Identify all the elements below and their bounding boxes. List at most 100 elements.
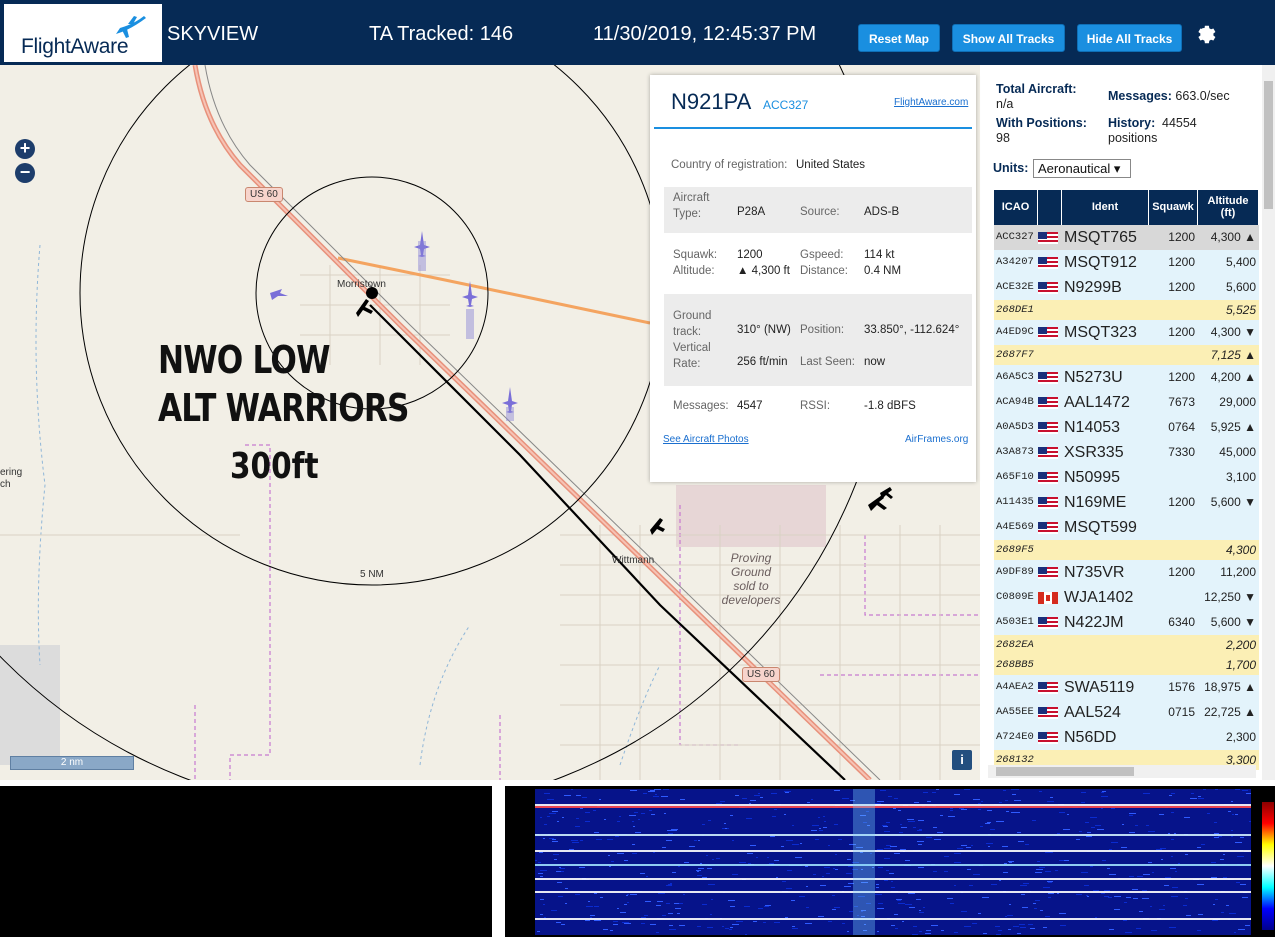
- zoom-out-button[interactable]: −: [15, 163, 35, 183]
- col-icao[interactable]: ICAO: [994, 190, 1038, 225]
- cell-icao: 2682EA: [996, 639, 1034, 651]
- messages-value: 4547: [737, 400, 763, 412]
- cell-altitude: 12,250 ▼: [1204, 590, 1256, 604]
- type-row: Aircraft Type: P28A Source: ADS-B: [664, 187, 972, 233]
- overlay-text-line3: 300ft: [230, 446, 319, 487]
- table-row[interactable]: ACE32E N9299B 1200 5,600: [994, 275, 1259, 300]
- horizontal-scrollbar[interactable]: [988, 765, 1256, 778]
- col-flag[interactable]: [1038, 190, 1062, 225]
- usa-flag-icon: [1038, 472, 1058, 484]
- cell-icao: A4ED9C: [996, 326, 1034, 338]
- vrate-label: Vertical Rate:: [673, 342, 711, 370]
- usa-flag-icon: [1038, 257, 1058, 269]
- overlay-text-line1: NWO LOW: [158, 338, 330, 382]
- cell-icao: A6A5C3: [996, 371, 1034, 383]
- table-row[interactable]: A4E569 MSQT599: [994, 515, 1259, 540]
- col-squawk[interactable]: Squawk: [1149, 190, 1198, 225]
- table-row[interactable]: A3A873 XSR335 7330 45,000: [994, 440, 1259, 465]
- position-value: 33.850°, -112.624°: [864, 324, 960, 336]
- scroll-thumb[interactable]: [996, 767, 1134, 776]
- cell-icao: 268BB5: [996, 659, 1034, 671]
- zoom-in-button[interactable]: +: [15, 139, 35, 159]
- cell-squawk: 7673: [1168, 395, 1195, 409]
- table-row[interactable]: A34207 MSQT912 1200 5,400: [994, 250, 1259, 275]
- cell-altitude: 45,000: [1219, 445, 1256, 459]
- gspeed-value: 114 kt: [864, 249, 895, 261]
- history-value: 44554 positions: [1108, 116, 1197, 145]
- cell-ident: SWA5119: [1064, 679, 1135, 696]
- col-ident[interactable]: Ident: [1062, 190, 1149, 225]
- cell-altitude: 4,300 ▼: [1210, 325, 1256, 339]
- cell-squawk: 7330: [1168, 445, 1195, 459]
- show-all-tracks-button[interactable]: Show All Tracks: [952, 24, 1065, 52]
- aircraft-photos-link[interactable]: See Aircraft Photos: [663, 434, 749, 445]
- cell-ident: N56DD: [1064, 729, 1117, 746]
- cell-altitude: 4,200 ▲: [1210, 370, 1256, 384]
- table-row[interactable]: C0809E WJA1402 12,250 ▼: [994, 585, 1259, 610]
- waterfall-display: [535, 789, 1251, 935]
- usa-flag-icon: [1038, 522, 1058, 534]
- units-select[interactable]: Aeronautical ▾: [1033, 159, 1131, 178]
- table-row[interactable]: A4AEA2 SWA5119 1576 18,975 ▲: [994, 675, 1259, 700]
- distance-label: Distance:: [800, 265, 848, 277]
- usa-flag-icon: [1038, 422, 1058, 434]
- info-button[interactable]: i: [952, 750, 972, 770]
- cell-icao: A11435: [996, 496, 1034, 508]
- source-label: Source:: [800, 206, 840, 218]
- flightaware-logo[interactable]: FlightAware: [4, 4, 162, 62]
- cell-icao: 2689F5: [996, 544, 1034, 556]
- table-row[interactable]: 268DE1 5,525: [994, 300, 1259, 320]
- table-row[interactable]: A4ED9C MSQT323 1200 4,300 ▼: [994, 320, 1259, 345]
- cell-squawk: 1200: [1168, 255, 1195, 269]
- vertical-scrollbar[interactable]: [1262, 65, 1275, 780]
- table-row[interactable]: A6A5C3 N5273U 1200 4,200 ▲: [994, 365, 1259, 390]
- cell-altitude: 5,600 ▼: [1210, 615, 1256, 629]
- table-row[interactable]: A0A5D3 N14053 0764 5,925 ▲: [994, 415, 1259, 440]
- cell-icao: ACE32E: [996, 281, 1034, 293]
- reset-map-button[interactable]: Reset Map: [858, 24, 940, 52]
- messages-row: Messages: 4547 RSSI: -1.8 dBFS: [664, 400, 972, 420]
- table-row[interactable]: A9DF89 N735VR 1200 11,200: [994, 560, 1259, 585]
- distance-value: 0.4 NM: [864, 265, 902, 277]
- table-row[interactable]: 2689F5 4,300: [994, 540, 1259, 560]
- scroll-thumb[interactable]: [1264, 81, 1273, 209]
- left-black-panel: [0, 786, 492, 937]
- table-row[interactable]: 2682EA 2,200: [994, 635, 1259, 655]
- cell-ident: N50995: [1064, 469, 1121, 486]
- table-row[interactable]: A11435 N169ME 1200 5,600 ▼: [994, 490, 1259, 515]
- usa-flag-icon: [1038, 617, 1058, 629]
- table-row[interactable]: 2687F7 7,125 ▲: [994, 345, 1259, 365]
- cell-icao: A724E0: [996, 731, 1034, 743]
- cell-ident: N14053: [1064, 419, 1121, 436]
- type-label: Aircraft Type:: [673, 192, 710, 220]
- cell-icao: A4AEA2: [996, 681, 1034, 693]
- table-row[interactable]: 268BB5 1,700: [994, 655, 1259, 675]
- cell-altitude: 7,125 ▲: [1210, 348, 1256, 362]
- table-row[interactable]: ACC327 MSQT765 1200 4,300 ▲: [994, 225, 1259, 250]
- flightaware-link[interactable]: FlightAware.com: [894, 97, 968, 108]
- ground-track-label: Ground track:: [673, 310, 712, 338]
- cell-icao: A34207: [996, 256, 1034, 268]
- table-row[interactable]: AA55EE AAL524 0715 22,725 ▲: [994, 700, 1259, 725]
- cell-squawk: [1149, 635, 1195, 655]
- table-row[interactable]: ACA94B AAL1472 7673 29,000: [994, 390, 1259, 415]
- country-value: United States: [796, 159, 866, 171]
- squawk-value: 1200: [737, 249, 763, 261]
- cell-squawk: [1149, 465, 1195, 490]
- messages-rate: 663.0/sec: [1175, 89, 1230, 103]
- altitude-label: Altitude:: [673, 265, 715, 277]
- usa-flag-icon: [1038, 372, 1058, 384]
- hide-all-tracks-button[interactable]: Hide All Tracks: [1077, 24, 1182, 52]
- table-row[interactable]: A724E0 N56DD 2,300: [994, 725, 1259, 750]
- table-row[interactable]: A503E1 N422JM 6340 5,600 ▼: [994, 610, 1259, 635]
- ground-track-value: 310° (NW): [737, 324, 791, 336]
- cell-ident: MSQT912: [1064, 254, 1137, 271]
- col-altitude[interactable]: Altitude (ft): [1198, 190, 1259, 225]
- airframes-link[interactable]: AirFrames.org: [905, 434, 968, 445]
- ta-tracked-count: TA Tracked: 146: [369, 23, 514, 45]
- gear-icon[interactable]: [1194, 22, 1218, 46]
- cell-squawk: 1200: [1168, 230, 1195, 244]
- table-row[interactable]: A65F10 N50995 3,100: [994, 465, 1259, 490]
- cell-ident: AAL1472: [1064, 394, 1130, 411]
- usa-flag-icon: [1038, 447, 1058, 459]
